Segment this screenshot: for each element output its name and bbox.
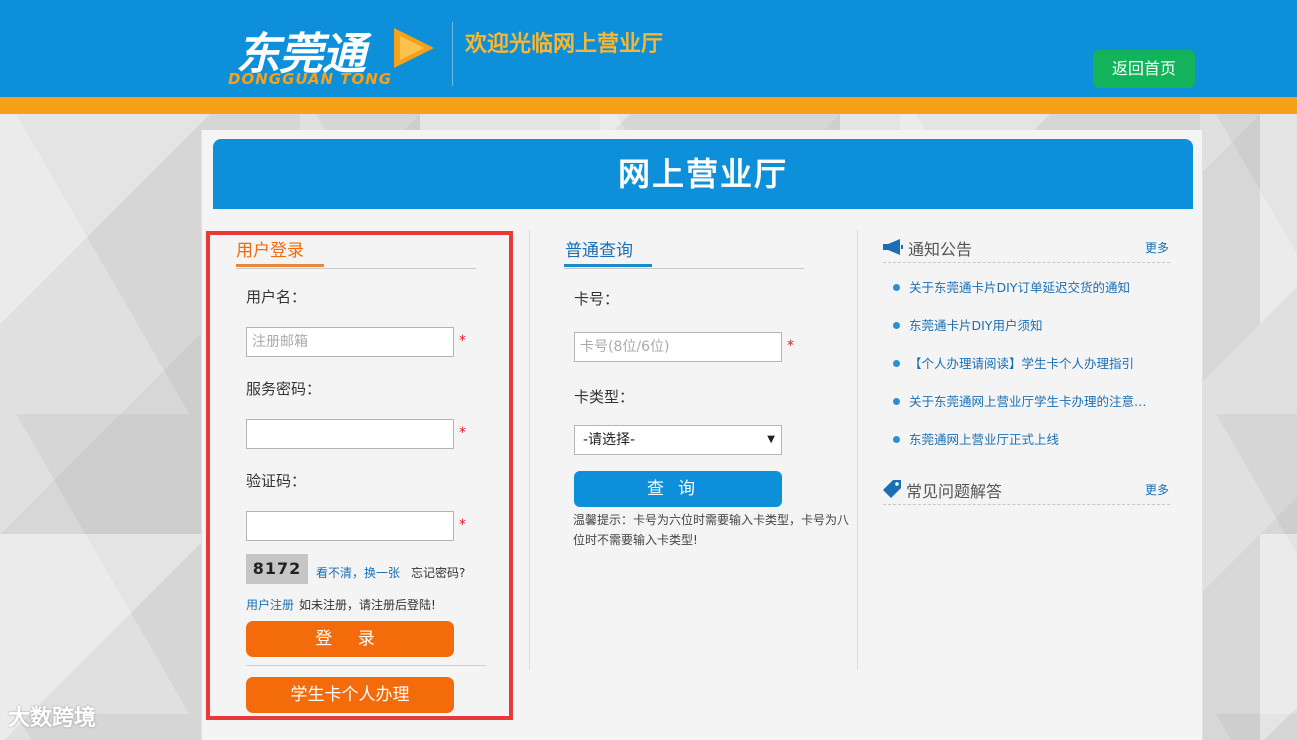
query-button[interactable]: 查询 xyxy=(574,471,782,507)
watermark: 大数跨境 xyxy=(8,700,96,732)
login-tab-active-bar xyxy=(236,264,324,267)
notices-title: 通知公告 xyxy=(908,240,973,259)
notices-more-link[interactable]: 更多 xyxy=(1145,239,1169,256)
username-required-mark: * xyxy=(459,333,466,349)
tab-general-query[interactable]: 普通查询 xyxy=(565,236,633,261)
captcha-image[interactable]: 8172 xyxy=(246,554,308,584)
notice-item[interactable]: 东莞通卡片DIY用户须知 xyxy=(893,315,1153,335)
register-link[interactable]: 用户注册 xyxy=(246,596,294,613)
column-divider-right xyxy=(857,230,858,670)
forgot-password-link[interactable]: 忘记密码? xyxy=(411,564,465,581)
watermark-text: 大数跨境 xyxy=(8,706,97,731)
captcha-label: 验证码： xyxy=(246,472,307,490)
refresh-captcha-link[interactable]: 看不清，换一张 xyxy=(316,564,400,581)
card-type-selected-value: -请选择- xyxy=(583,432,636,448)
header-orange-stripe xyxy=(0,97,1297,114)
query-tab-underline xyxy=(564,268,804,269)
bullet-dot-icon xyxy=(893,398,900,405)
card-number-label: 卡号： xyxy=(574,290,620,308)
password-required-mark: * xyxy=(459,425,466,441)
password-label: 服务密码： xyxy=(246,380,322,398)
column-divider-left xyxy=(529,230,530,670)
register-hint: 如未注册，请注册后登陆! xyxy=(299,598,436,612)
query-hint: 温馨提示：卡号为六位时需要输入卡类型，卡号为八位时不需要输入卡类型! xyxy=(573,513,850,547)
query-tab-active-bar xyxy=(564,264,652,267)
welcome-text: 欢迎光临网上营业厅 xyxy=(465,31,664,57)
captcha-input[interactable] xyxy=(246,511,454,541)
megaphone-icon xyxy=(883,239,903,255)
card-title: 网上营业厅 xyxy=(213,139,1193,209)
username-label: 用户名： xyxy=(246,288,307,306)
notice-item[interactable]: 关于东莞通卡片DIY订单延迟交货的通知 xyxy=(893,277,1153,297)
faq-more-link[interactable]: 更多 xyxy=(1145,481,1169,498)
card-number-required-mark: * xyxy=(787,338,794,354)
bullet-dot-icon xyxy=(893,436,900,443)
card-number-input[interactable] xyxy=(574,332,782,362)
tag-icon xyxy=(883,480,901,498)
notice-item[interactable]: 关于东莞通网上营业厅学生卡办理的注意事项 xyxy=(893,391,1153,411)
bullet-dot-icon xyxy=(893,322,900,329)
faq-title: 常见问题解答 xyxy=(906,482,1003,501)
back-home-button[interactable]: 返回首页 xyxy=(1093,50,1195,88)
username-input[interactable] xyxy=(246,327,454,357)
notice-item[interactable]: 【个人办理请阅读】学生卡个人办理指引 xyxy=(893,353,1153,373)
logo-english-text: DONGGUAN TONG xyxy=(228,70,393,88)
notices-divider xyxy=(883,262,1170,263)
logo-play-arrow-icon xyxy=(394,28,434,68)
card-type-label: 卡类型： xyxy=(574,388,635,406)
dropdown-caret-icon: ▼ xyxy=(767,434,775,445)
notice-item[interactable]: 东莞通网上营业厅正式上线 xyxy=(893,429,1153,449)
dongguan-tong-logo[interactable]: 东莞通 DONGGUAN TONG xyxy=(228,18,443,90)
login-tab-underline xyxy=(236,268,476,269)
bullet-dot-icon xyxy=(893,284,900,291)
faq-divider xyxy=(883,504,1170,505)
site-header: 东莞通 DONGGUAN TONG 欢迎光临网上营业厅 返回首页 xyxy=(0,0,1297,97)
student-card-button[interactable]: 学生卡个人办理 xyxy=(246,677,454,713)
header-divider xyxy=(452,22,453,86)
login-separator xyxy=(246,665,486,666)
bullet-dot-icon xyxy=(893,360,900,367)
captcha-required-mark: * xyxy=(459,517,466,533)
tab-user-login[interactable]: 用户登录 xyxy=(236,236,304,261)
password-input[interactable] xyxy=(246,419,454,449)
login-button[interactable]: 登 录 xyxy=(246,621,454,657)
card-type-select[interactable]: -请选择- ▼ xyxy=(574,425,782,455)
